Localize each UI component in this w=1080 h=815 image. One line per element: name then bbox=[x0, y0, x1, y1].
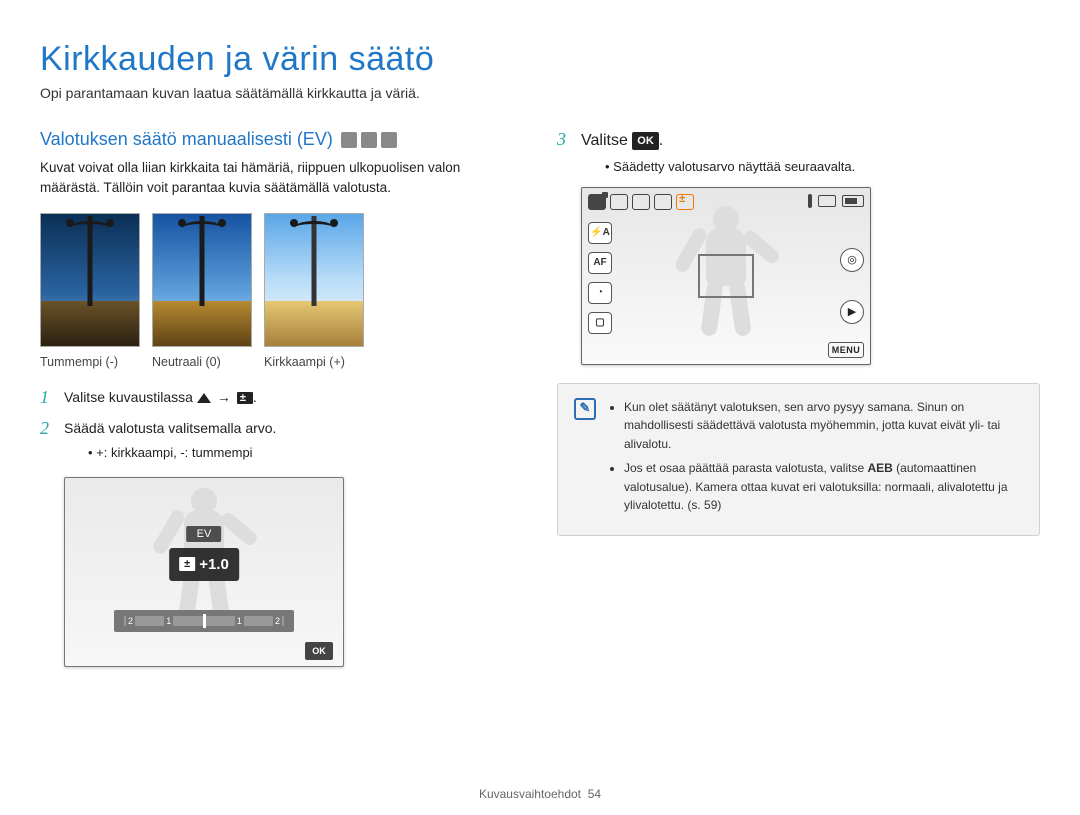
step-2-text: Säädä valotusta valitsemalla arvo. bbox=[64, 420, 276, 436]
thumb-brighter bbox=[264, 213, 364, 347]
scale-mark-minus1: 1 bbox=[164, 616, 173, 626]
two-column-layout: Valotuksen säätö manuaalisesti (EV) Kuva… bbox=[40, 129, 1040, 667]
scale-center-icon bbox=[203, 614, 206, 628]
ok-button-icon: OK bbox=[632, 132, 659, 151]
step-2-number: 2 bbox=[40, 418, 54, 463]
thumb-labels: Tummempi (-) Neutraali (0) Kirkkaampi (+… bbox=[40, 355, 523, 369]
mode-icons-group bbox=[341, 132, 397, 148]
step-2-sub: +: kirkkaampi, -: tummempi bbox=[88, 443, 523, 463]
mode-video-icon bbox=[381, 132, 397, 148]
ev-value-display: EV ± +1.0 bbox=[169, 524, 239, 581]
right-touch-icons: ◎ ▶ bbox=[840, 248, 864, 324]
left-column: Valotuksen säätö manuaalisesti (EV) Kuva… bbox=[40, 129, 523, 667]
step-1-number: 1 bbox=[40, 387, 54, 409]
step-2: 2 Säädä valotusta valitsemalla arvo. +: … bbox=[40, 418, 523, 463]
shooting-mode-icon bbox=[588, 194, 606, 210]
indicator-icon-1 bbox=[610, 194, 628, 210]
ev-value-badge: ± +1.0 bbox=[169, 548, 239, 581]
mode-manual-icon bbox=[361, 132, 377, 148]
note-2-a: Jos et osaa päättää parasta valotusta, v… bbox=[624, 461, 867, 475]
step-1-text-a: Valitse kuvaustilassa bbox=[64, 389, 197, 405]
label-brighter: Kirkkaampi (+) bbox=[264, 355, 364, 369]
indicator-icon-2 bbox=[632, 194, 650, 210]
scale-mark-plus1: 1 bbox=[235, 616, 244, 626]
right-column: 3 Valitse OK. Säädetty valotusarvo näytt… bbox=[557, 129, 1040, 667]
flash-icon: ⚡A bbox=[588, 222, 612, 244]
mode-program-icon bbox=[341, 132, 357, 148]
ev-intro-text: Kuvat voivat olla liian kirkkaita tai hä… bbox=[40, 158, 523, 199]
thumb-neutral bbox=[152, 213, 252, 347]
arrow-right-icon: → bbox=[217, 387, 231, 408]
ev-menu-icon bbox=[237, 392, 253, 404]
step-1: 1 Valitse kuvaustilassa → . bbox=[40, 387, 523, 409]
step-3: 3 Valitse OK. Säädetty valotusarvo näytt… bbox=[557, 129, 1040, 177]
af-icon: AF bbox=[588, 252, 612, 274]
label-neutral: Neutraali (0) bbox=[152, 355, 252, 369]
manual-page: Kirkkauden ja värin säätö Opi parantamaa… bbox=[0, 0, 1080, 815]
label-darker: Tummempi (-) bbox=[40, 355, 140, 369]
step-1-body: Valitse kuvaustilassa → . bbox=[64, 387, 523, 409]
thumb-darker bbox=[40, 213, 140, 347]
signal-icon bbox=[808, 194, 812, 208]
left-touch-icons: ⚡A AF ◔ ▢ bbox=[588, 222, 612, 334]
ev-adjust-screen: EV ± +1.0 2 1 1 2 OK bbox=[64, 477, 344, 667]
memory-card-icon bbox=[818, 195, 836, 207]
note-icon: ✎ bbox=[574, 398, 596, 420]
note-item-2: Jos et osaa päättää parasta valotusta, v… bbox=[624, 459, 1023, 515]
step-3-number: 3 bbox=[557, 129, 571, 177]
note-item-1: Kun olet säätänyt valotuksen, sen arvo p… bbox=[624, 398, 1023, 454]
footer-section: Kuvausvaihtoehdot bbox=[479, 787, 581, 801]
note-2-bold: AEB bbox=[867, 461, 892, 475]
step-1-text-b: . bbox=[253, 389, 257, 405]
page-footer: Kuvausvaihtoehdot 54 bbox=[0, 787, 1080, 801]
step-3-body: Valitse OK. Säädetty valotusarvo näyttää… bbox=[581, 129, 1040, 177]
ev-section-heading: Valotuksen säätö manuaalisesti (EV) bbox=[40, 129, 523, 150]
camera-preview-screen: ⚡A AF ◔ ▢ ◎ ▶ MENU bbox=[581, 187, 871, 365]
af-frame-icon bbox=[698, 254, 754, 298]
info-note-box: ✎ Kun olet säätänyt valotuksen, sen arvo… bbox=[557, 383, 1040, 537]
playback-icon: ▶ bbox=[840, 300, 864, 324]
ok-indicator: OK bbox=[305, 642, 333, 660]
ev-label: EV bbox=[187, 526, 222, 542]
step-3-text-b: . bbox=[659, 132, 663, 149]
menu-indicator: MENU bbox=[828, 342, 864, 358]
ev-heading-text: Valotuksen säätö manuaalisesti (EV) bbox=[40, 129, 333, 150]
step-3-sub: Säädetty valotusarvo näyttää seuraavalta… bbox=[605, 157, 1040, 177]
step-2-body: Säädä valotusta valitsemalla arvo. +: ki… bbox=[64, 418, 523, 463]
scale-mark-plus2: 2 bbox=[273, 616, 282, 626]
ev-scale-bar: 2 1 1 2 bbox=[114, 610, 294, 632]
mode-dial-icon: ◎ bbox=[840, 248, 864, 272]
steps-list: 1 Valitse kuvaustilassa → . 2 Säädä valo… bbox=[40, 387, 523, 463]
top-right-status-icons bbox=[808, 194, 864, 208]
note-list: Kun olet säätänyt valotuksen, sen arvo p… bbox=[608, 398, 1023, 522]
ev-value: +1.0 bbox=[199, 556, 229, 573]
plus-minus-icon: ± bbox=[179, 557, 195, 571]
display-icon: ▢ bbox=[588, 312, 612, 334]
step-3-text-a: Valitse bbox=[581, 132, 632, 149]
nav-up-icon bbox=[197, 393, 211, 403]
timer-icon: ◔ bbox=[588, 282, 612, 304]
scale-mark-minus2: 2 bbox=[126, 616, 135, 626]
exposure-thumbnails bbox=[40, 213, 523, 347]
footer-page-number: 54 bbox=[588, 787, 601, 801]
page-title: Kirkkauden ja värin säätö bbox=[40, 40, 1040, 79]
page-subtitle: Opi parantamaan kuvan laatua säätämällä … bbox=[40, 85, 1040, 101]
battery-icon bbox=[842, 195, 864, 207]
